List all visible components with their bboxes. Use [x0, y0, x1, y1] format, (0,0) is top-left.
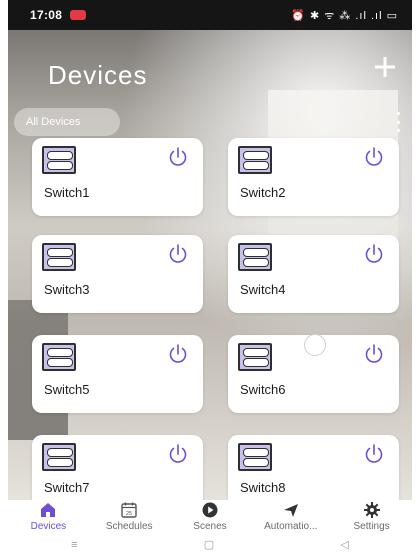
switch-icon — [42, 243, 76, 271]
device-card[interactable]: Switch5 — [32, 335, 203, 413]
filter-all-devices[interactable]: All Devices — [14, 108, 120, 136]
status-bar: 17:08 ⏰ ✱ ᯤ ⁂ .ıl .ıl ▭ — [8, 0, 412, 30]
nav-label: Devices — [30, 521, 67, 532]
switch-icon — [238, 146, 272, 174]
power-button[interactable] — [165, 441, 191, 467]
power-button[interactable] — [361, 241, 387, 267]
power-button[interactable] — [361, 341, 387, 367]
device-card[interactable]: Switch3 — [32, 235, 203, 313]
device-name: Switch8 — [240, 480, 286, 495]
device-card[interactable]: Switch7 — [32, 435, 203, 501]
nav-label: Schedules — [105, 521, 153, 532]
power-button[interactable] — [165, 144, 191, 170]
gear-icon — [363, 502, 380, 518]
back-icon[interactable]: ◁ — [340, 538, 348, 551]
switch-icon — [42, 443, 76, 471]
recording-icon — [70, 10, 87, 20]
send-icon — [283, 504, 298, 517]
add-device-button[interactable] — [370, 52, 400, 82]
nav-label: Settings — [353, 521, 390, 532]
nav-label: Automatio... — [264, 521, 318, 532]
nav-automation[interactable]: Automatio... — [253, 500, 329, 532]
more-options-button[interactable] — [394, 112, 402, 132]
system-navigation: ≡ ▢ ◁ — [8, 536, 412, 553]
nav-schedules[interactable]: 25 Schedules — [91, 500, 167, 532]
power-button[interactable] — [361, 144, 387, 170]
switch-icon — [238, 443, 272, 471]
switch-icon — [238, 343, 272, 371]
touch-indicator — [304, 334, 326, 356]
nav-label: Scenes — [193, 521, 227, 532]
power-button[interactable] — [165, 241, 191, 267]
device-name: Switch5 — [44, 382, 90, 397]
more-vertical-icon — [396, 112, 400, 115]
menu-icon[interactable]: ≡ — [71, 539, 77, 551]
device-name: Switch4 — [240, 282, 286, 297]
play-icon — [202, 502, 218, 518]
plus-icon — [375, 57, 395, 77]
nav-settings[interactable]: Settings — [334, 500, 410, 532]
device-name: Switch2 — [240, 185, 286, 200]
device-name: Switch3 — [44, 282, 90, 297]
device-name: Switch7 — [44, 480, 90, 495]
bottom-navigation: Devices 25 Schedules Scenes Automatio...… — [8, 500, 412, 536]
status-icons: ⏰ ✱ ᯤ ⁂ .ıl .ıl ▭ — [291, 9, 398, 22]
app-screen: 17:08 ⏰ ✱ ᯤ ⁂ .ıl .ıl ▭ Devices All Devi… — [8, 0, 412, 553]
switch-icon — [42, 343, 76, 371]
device-name: Switch1 — [44, 185, 90, 200]
device-card[interactable]: Switch4 — [228, 235, 399, 313]
device-card[interactable]: Switch1 — [32, 138, 203, 216]
page-title: Devices — [48, 60, 148, 90]
power-button[interactable] — [361, 441, 387, 467]
status-time: 17:08 — [30, 8, 63, 22]
device-card[interactable]: Switch2 — [228, 138, 399, 216]
home-square-icon[interactable]: ▢ — [204, 538, 214, 551]
svg-text:25: 25 — [126, 511, 132, 517]
power-button[interactable] — [165, 341, 191, 367]
device-name: Switch6 — [240, 382, 286, 397]
calendar-icon: 25 — [121, 502, 137, 518]
switch-icon — [238, 243, 272, 271]
home-icon — [41, 503, 56, 517]
nav-devices[interactable]: Devices — [10, 500, 86, 532]
device-card[interactable]: Switch8 — [228, 435, 399, 501]
nav-scenes[interactable]: Scenes — [172, 500, 248, 532]
switch-icon — [42, 146, 76, 174]
